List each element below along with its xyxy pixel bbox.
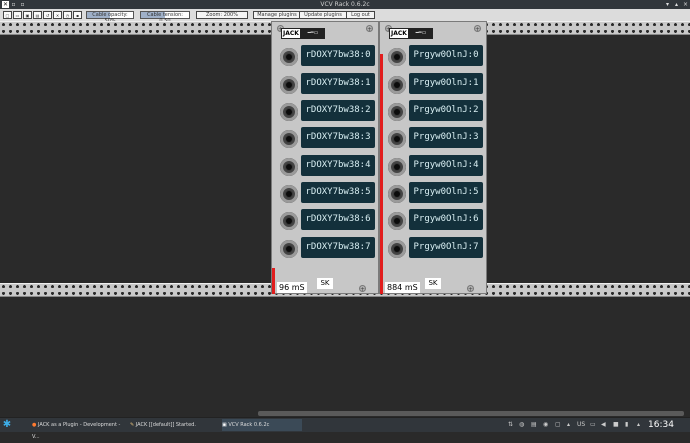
port-label: rDOXY7bw38:3 — [301, 127, 375, 148]
jack-logo-text: JACK — [390, 29, 408, 38]
port-label: Prgyw0OlnJ:7 — [409, 237, 483, 258]
output-port[interactable] — [280, 212, 298, 230]
port-label: rDOXY7bw38:7 — [301, 237, 375, 258]
updates-icon[interactable]: ◍ — [519, 421, 524, 429]
taskbar-item-label: VCV Rack 0.6.2c — [228, 422, 270, 428]
input-port[interactable] — [388, 48, 406, 66]
taskbar-item-label: JACK as a Plugin - Development - V... — [32, 422, 121, 440]
notes-icon[interactable]: ▤ — [531, 421, 537, 429]
clock: 16:34 — [648, 420, 674, 430]
taskbar-item-label: JACK [[default]] Started. — [135, 422, 196, 428]
screw-icon: + — [366, 25, 373, 33]
cable-opacity-slider[interactable]: Cable opacity: 50% — [86, 11, 134, 24]
port-label: Prgyw0OlnJ:0 — [409, 45, 483, 66]
port-label: Prgyw0OlnJ:2 — [409, 100, 483, 121]
latency-readout: 884 mS — [385, 282, 420, 293]
port-label: rDOXY7bw38:5 — [301, 182, 375, 203]
port-label: rDOXY7bw38:1 — [301, 73, 375, 94]
jack-logo-text: JACK — [282, 29, 300, 38]
output-port[interactable] — [280, 130, 298, 148]
notifications-icon[interactable]: ◉ — [543, 421, 548, 429]
input-port[interactable] — [388, 76, 406, 94]
jack-logo: JACK ━═▭ — [281, 28, 325, 39]
screw-icon: + — [359, 285, 366, 293]
tray-arrow-icon[interactable]: ▴ — [567, 421, 570, 429]
port-label: Prgyw0OlnJ:5 — [409, 182, 483, 203]
port-label: Prgyw0OlnJ:1 — [409, 73, 483, 94]
sk-button[interactable]: SK — [425, 278, 441, 289]
rack-horizontal-scrollbar[interactable] — [258, 411, 684, 416]
port-label: Prgyw0OlnJ:4 — [409, 155, 483, 176]
open-patch-icon[interactable]: ▭ — [13, 11, 22, 19]
input-port[interactable] — [388, 212, 406, 230]
latency-readout: 96 mS — [277, 282, 307, 293]
input-port[interactable] — [388, 103, 406, 121]
device-icon[interactable]: ▭ — [590, 421, 596, 429]
screw-icon: + — [474, 25, 481, 33]
zoom-label: Zoom: 200% — [206, 12, 238, 18]
sk-button[interactable]: SK — [317, 278, 333, 289]
jack-plug-icon: ━═▭ — [415, 30, 427, 36]
pencil-icon: ✎ — [130, 422, 135, 428]
latency-meter — [272, 268, 275, 294]
expand-tray-icon[interactable]: ▴ — [637, 421, 640, 429]
save-as-icon[interactable]: ▤ — [33, 11, 42, 19]
taskbar-item-firefox[interactable]: ● JACK as a Plugin - Development - V... — [32, 419, 127, 440]
jack-logo: JACK ━═▭ — [389, 28, 433, 39]
output-port[interactable] — [280, 240, 298, 258]
zoom-slider[interactable]: Zoom: 200% — [196, 11, 248, 19]
latency-meter — [380, 54, 383, 294]
port-label: rDOXY7bw38:4 — [301, 155, 375, 176]
vcv-icon: ▣ — [222, 422, 227, 428]
taskbar-item-vcv[interactable]: ▣ VCV Rack 0.6.2c — [222, 419, 302, 431]
port-label: rDOXY7bw38:2 — [301, 100, 375, 121]
input-port[interactable] — [388, 130, 406, 148]
jack-plug-icon: ━═▭ — [307, 30, 319, 36]
input-port[interactable] — [388, 185, 406, 203]
firefox-icon: ● — [32, 422, 37, 428]
volume-icon[interactable]: ◀ — [601, 421, 606, 429]
jack-module-2[interactable]: + + JACK ━═▭ Prgyw0OlnJ:0 Prgyw0OlnJ:1 P… — [379, 21, 487, 294]
save-patch-icon[interactable]: ▣ — [23, 11, 32, 19]
log-out-button[interactable]: Log out — [346, 11, 375, 19]
lock-icon[interactable]: ■ — [613, 421, 619, 429]
clear-icon[interactable]: ✕ — [53, 11, 62, 19]
close-icon[interactable]: × — [682, 1, 689, 8]
window-titlebar: ✕ ▫ ▫ VCV Rack 0.6.2c ▾ ▴ × — [0, 0, 690, 9]
app-launcher-icon[interactable]: ✱ — [2, 420, 12, 430]
manage-plugins-button[interactable]: Manage plugins — [253, 11, 301, 19]
lock-modules-icon[interactable]: ▪ — [73, 11, 82, 19]
revert-icon[interactable]: ↺ — [43, 11, 52, 19]
input-port[interactable] — [388, 240, 406, 258]
output-port[interactable] — [280, 185, 298, 203]
port-label: rDOXY7bw38:0 — [301, 45, 375, 66]
maximize-icon[interactable]: ▴ — [673, 1, 680, 8]
output-port[interactable] — [280, 158, 298, 176]
minimize-icon[interactable]: ▾ — [664, 1, 671, 8]
new-patch-icon[interactable]: □ — [3, 11, 12, 19]
clipboard-icon[interactable]: ▢ — [555, 421, 561, 429]
screw-icon: + — [467, 285, 474, 293]
port-label: Prgyw0OlnJ:6 — [409, 209, 483, 230]
keyboard-layout[interactable]: US — [577, 421, 585, 429]
output-port[interactable] — [280, 103, 298, 121]
cable-tension-slider[interactable]: Cable tension: 0.50 — [140, 11, 190, 24]
output-port[interactable] — [280, 48, 298, 66]
port-label: rDOXY7bw38:6 — [301, 209, 375, 230]
taskbar-item-jack[interactable]: ✎ JACK [[default]] Started. — [130, 419, 220, 431]
output-port[interactable] — [280, 76, 298, 94]
power-meter-icon[interactable]: ◷ — [63, 11, 72, 19]
network-icon[interactable]: ⇅ — [508, 421, 513, 429]
taskbar: ✱ ● JACK as a Plugin - Development - V..… — [0, 417, 690, 440]
battery-icon[interactable]: ▮ — [625, 421, 628, 429]
update-plugins-button[interactable]: Update plugins — [299, 11, 347, 19]
window-title: VCV Rack 0.6.2c — [320, 1, 370, 8]
port-label: Prgyw0OlnJ:3 — [409, 127, 483, 148]
input-port[interactable] — [388, 158, 406, 176]
jack-module-1[interactable]: + + JACK ━═▭ rDOXY7bw38:0 rDOXY7bw38:1 r… — [271, 21, 379, 294]
